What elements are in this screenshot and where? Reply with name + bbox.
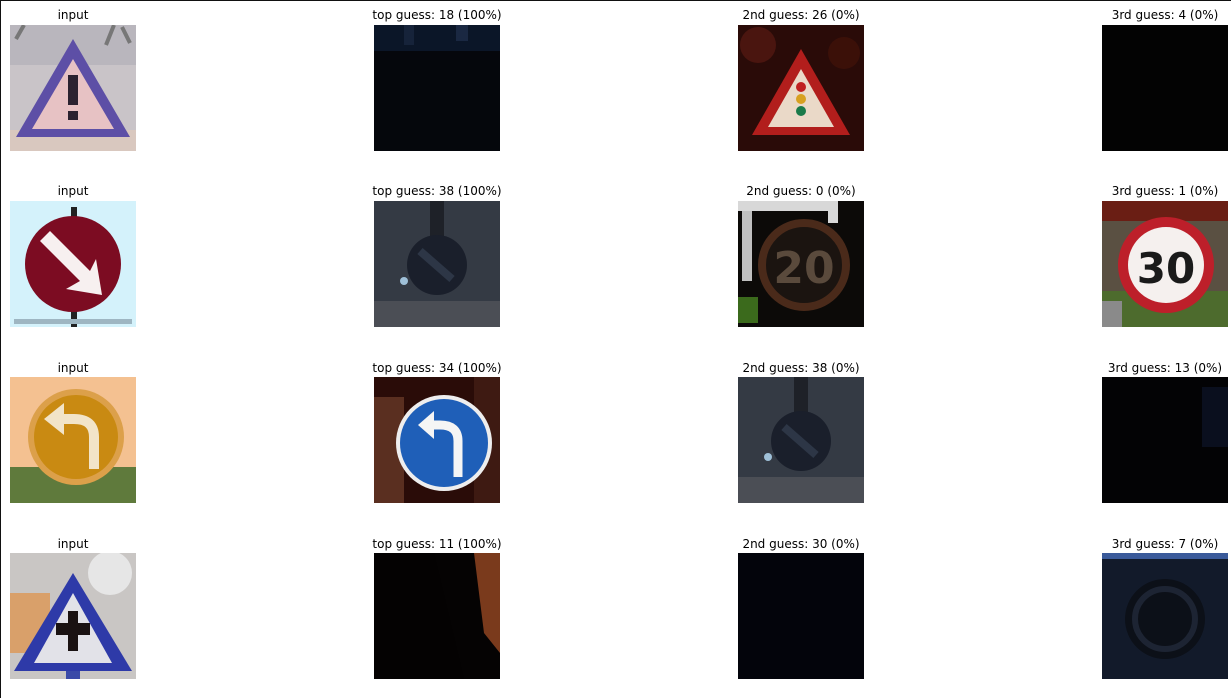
speed-limit-20-icon: 20: [738, 201, 864, 327]
dark-blurry-keep-right-icon: [738, 377, 864, 503]
cell-title: 3rd guess: 4 (0%): [1111, 8, 1219, 22]
keep-right-arrow-icon: [10, 201, 136, 327]
figure-frame: input top guess: 18 (100%) 2nd guess: 26…: [0, 0, 1231, 698]
cell-title: input: [57, 537, 89, 551]
dark-round-sign-icon: [1102, 553, 1228, 679]
dark-sample-image: [1102, 377, 1228, 503]
dark-sample-image: [1102, 25, 1228, 151]
cell-title: top guess: 34 (100%): [372, 361, 502, 375]
cell-title: 3rd guess: 1 (0%): [1111, 184, 1219, 198]
dark-blurry-keep-right-icon: [374, 201, 500, 327]
cell-title: 2nd guess: 38 (0%): [742, 361, 860, 375]
cell-title: 2nd guess: 0 (0%): [746, 184, 856, 198]
speed-20-text: 20: [773, 243, 834, 294]
cell-title: 3rd guess: 7 (0%): [1111, 537, 1219, 551]
speed-limit-30-icon: 30: [1102, 201, 1228, 327]
speed-30-text: 30: [1137, 244, 1195, 293]
cell-title: 2nd guess: 30 (0%): [742, 537, 860, 551]
cell-title: input: [57, 184, 89, 198]
cell-title: top guess: 18 (100%): [372, 8, 502, 22]
cell-title: 3rd guess: 13 (0%): [1107, 361, 1223, 375]
dark-sample-red-edge: [374, 553, 500, 679]
cell-title: top guess: 38 (100%): [372, 184, 502, 198]
dark-sample-image: [738, 553, 864, 679]
traffic-signals-warning-icon: [738, 25, 864, 151]
priority-crossing-triangle-icon: [10, 553, 136, 679]
cell-title: input: [57, 361, 89, 375]
warning-triangle-exclamation-icon: [10, 25, 136, 151]
cell-title: input: [57, 8, 89, 22]
cell-title: 2nd guess: 26 (0%): [742, 8, 860, 22]
blue-turn-left-icon: [374, 377, 500, 503]
cell-title: top guess: 11 (100%): [372, 537, 502, 551]
dark-sample-image: [374, 25, 500, 151]
orange-turn-left-icon: [10, 377, 136, 503]
